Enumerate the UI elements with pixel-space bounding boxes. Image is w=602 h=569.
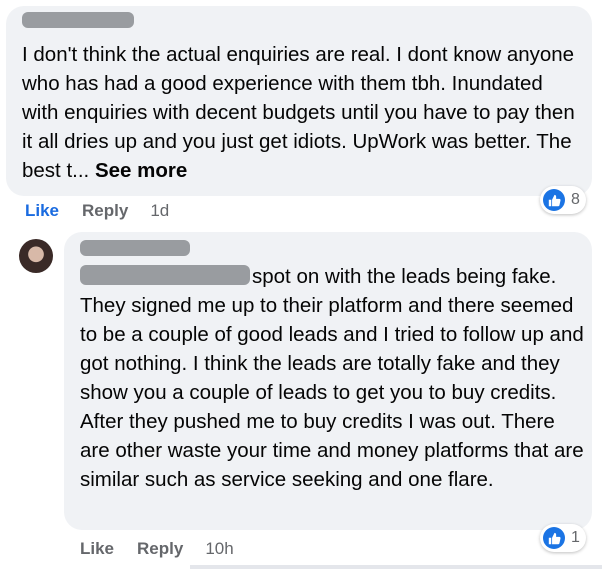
comment-body-2: spot on with the leads being fake. They … bbox=[80, 265, 584, 491]
reply-button-2[interactable]: Reply bbox=[137, 539, 183, 559]
comment-actions-1: Like Reply 1d bbox=[25, 201, 169, 221]
reaction-summary-2[interactable]: 1 bbox=[540, 524, 586, 552]
redacted-author-name-2 bbox=[80, 240, 190, 256]
reaction-summary-1[interactable]: 8 bbox=[540, 186, 586, 214]
comment-actions-2: Like Reply 10h bbox=[80, 539, 234, 559]
reaction-count-2: 1 bbox=[571, 529, 580, 546]
comment-text-1: I don't think the actual enquiries are r… bbox=[22, 40, 582, 185]
timestamp-1[interactable]: 1d bbox=[150, 201, 169, 221]
comment-text-2: spot on with the leads being fake. They … bbox=[80, 262, 585, 494]
avatar[interactable] bbox=[19, 239, 53, 273]
timestamp-2[interactable]: 10h bbox=[205, 539, 233, 559]
like-thumb-icon bbox=[543, 189, 565, 211]
like-button-1[interactable]: Like bbox=[25, 201, 59, 221]
divider bbox=[190, 565, 602, 569]
reaction-count-1: 8 bbox=[571, 191, 580, 208]
see-more-link[interactable]: See more bbox=[95, 159, 187, 182]
reply-button-1[interactable]: Reply bbox=[82, 201, 128, 221]
like-thumb-icon bbox=[543, 527, 565, 549]
like-button-2[interactable]: Like bbox=[80, 539, 114, 559]
redacted-author-name-1 bbox=[22, 12, 134, 28]
